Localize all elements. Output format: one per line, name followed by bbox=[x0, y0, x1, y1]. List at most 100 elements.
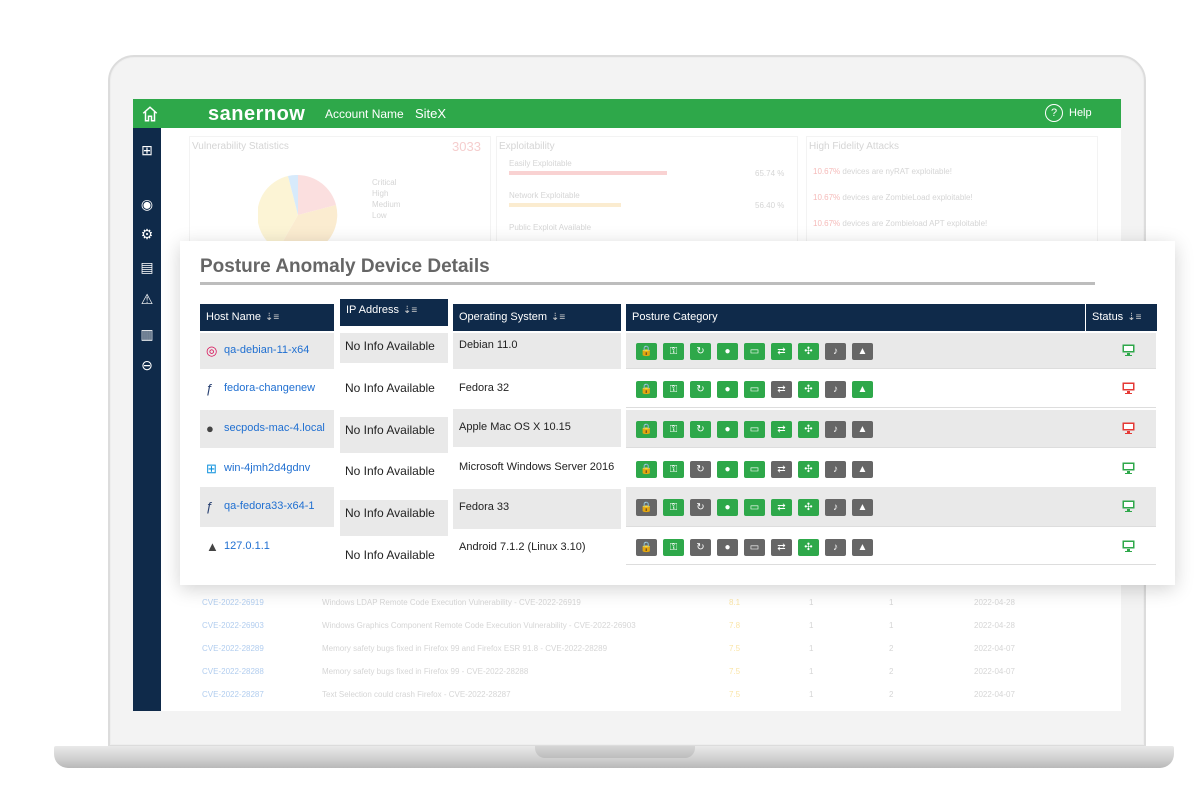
col-host-name[interactable]: Host Name ⇣≡ bbox=[200, 304, 334, 331]
lock-icon[interactable]: 🔒 bbox=[636, 421, 657, 438]
refresh-icon[interactable]: ↻ bbox=[690, 381, 711, 398]
shield-icon[interactable]: ● bbox=[717, 421, 738, 438]
warning-icon[interactable]: ▲ bbox=[852, 539, 873, 556]
warning-icon[interactable]: ▲ bbox=[852, 343, 873, 360]
warning-icon[interactable]: ▲ bbox=[852, 421, 873, 438]
monitor-icon[interactable]: ▭ bbox=[744, 499, 765, 516]
eye-icon[interactable]: ◉ bbox=[139, 196, 155, 212]
account-selector[interactable]: Account Name bbox=[325, 107, 404, 121]
clipboard-icon[interactable]: ▥ bbox=[139, 326, 155, 342]
refresh-icon[interactable]: ↻ bbox=[690, 499, 711, 516]
refresh-icon[interactable]: ↻ bbox=[690, 343, 711, 360]
key-icon[interactable]: ⚿ bbox=[663, 381, 684, 398]
bell-icon[interactable]: ♪ bbox=[825, 343, 846, 360]
transfer-icon[interactable]: ⇄ bbox=[771, 499, 792, 516]
home-icon[interactable] bbox=[141, 105, 159, 123]
col-posture-category[interactable]: Posture Category bbox=[626, 304, 1085, 331]
lock-icon[interactable]: 🔒 bbox=[636, 343, 657, 360]
key-icon[interactable]: ⚿ bbox=[663, 499, 684, 516]
col-ip-address[interactable]: IP Address ⇣≡ bbox=[340, 299, 448, 326]
transfer-icon[interactable]: ⇄ bbox=[771, 343, 792, 360]
report-icon[interactable]: ▤ bbox=[139, 259, 155, 275]
warning-icon[interactable]: ▲ bbox=[852, 499, 873, 516]
attack-row: 10.67% devices are nyRAT exploitable! bbox=[813, 167, 952, 176]
vuln-legend: Critical High Medium Low bbox=[372, 177, 400, 221]
bug-icon[interactable]: ✣ bbox=[798, 343, 819, 360]
exploit-value: 56.40 % bbox=[755, 201, 785, 210]
shield-icon[interactable]: ● bbox=[717, 461, 738, 478]
host-link[interactable]: qa-fedora33-x64-1 bbox=[224, 500, 315, 512]
brand-logo[interactable]: sanernow bbox=[208, 103, 305, 126]
refresh-icon[interactable]: ↻ bbox=[690, 539, 711, 556]
col-operating-system[interactable]: Operating System ⇣≡ bbox=[453, 304, 621, 331]
os-cell: Apple Mac OS X 10.15 bbox=[453, 409, 621, 447]
help-button[interactable]: ? Help bbox=[1045, 104, 1092, 122]
panel-title: Posture Anomaly Device Details bbox=[200, 256, 490, 277]
warning-icon[interactable]: ▲ bbox=[852, 381, 873, 398]
ip-cell: No Info Available bbox=[345, 548, 435, 562]
bug-icon[interactable]: ✣ bbox=[798, 461, 819, 478]
shield-icon[interactable]: ● bbox=[717, 499, 738, 516]
bug-icon[interactable]: ✣ bbox=[798, 381, 819, 398]
bug-icon[interactable]: ✣ bbox=[798, 539, 819, 556]
warning-icon[interactable]: ▲ bbox=[852, 461, 873, 478]
posture-cell: 🔒 ⚿ ↻ ● ▭ ⇄ ✣ ♪ ▲ bbox=[626, 333, 1156, 369]
refresh-icon[interactable]: ↻ bbox=[690, 461, 711, 478]
os-cell: Fedora 32 bbox=[459, 382, 510, 394]
transfer-icon[interactable]: ⇄ bbox=[771, 539, 792, 556]
exploitability-card: Exploitability Easily Exploitable 65.74 … bbox=[496, 136, 798, 258]
help-icon: ? bbox=[1045, 104, 1063, 122]
host-link[interactable]: 127.0.1.1 bbox=[224, 540, 270, 552]
host-cell: ⊞ win-4jmh2d4gdnv bbox=[200, 450, 334, 488]
os-cell: Debian 11.0 bbox=[453, 333, 621, 369]
host-link[interactable]: secpods-mac-4.local bbox=[224, 422, 325, 434]
alert-icon[interactable]: ⚠ bbox=[139, 291, 155, 307]
bug-icon[interactable]: ✣ bbox=[798, 499, 819, 516]
logout-icon[interactable]: ⊖ bbox=[139, 357, 155, 373]
cve-table: CVE-2022-26919 Windows LDAP Remote Code … bbox=[194, 598, 1094, 711]
windows-icon: ⊞ bbox=[206, 461, 217, 476]
lock-icon[interactable]: 🔒 bbox=[636, 539, 657, 556]
gear-icon[interactable]: ⚙ bbox=[139, 226, 155, 242]
monitor-icon[interactable]: ▭ bbox=[744, 343, 765, 360]
lock-icon[interactable]: 🔒 bbox=[636, 381, 657, 398]
sort-icon: ⇣≡ bbox=[265, 312, 280, 323]
key-icon[interactable]: ⚿ bbox=[663, 539, 684, 556]
key-icon[interactable]: ⚿ bbox=[663, 461, 684, 478]
key-icon[interactable]: ⚿ bbox=[663, 343, 684, 360]
transfer-icon[interactable]: ⇄ bbox=[771, 461, 792, 478]
refresh-icon[interactable]: ↻ bbox=[690, 421, 711, 438]
bell-icon[interactable]: ♪ bbox=[825, 461, 846, 478]
col-status[interactable]: Status ⇣≡ bbox=[1086, 304, 1157, 331]
transfer-icon[interactable]: ⇄ bbox=[771, 381, 792, 398]
transfer-icon[interactable]: ⇄ bbox=[771, 421, 792, 438]
host-link[interactable]: fedora-changenew bbox=[224, 382, 315, 394]
bell-icon[interactable]: ♪ bbox=[825, 381, 846, 398]
lock-icon[interactable]: 🔒 bbox=[636, 499, 657, 516]
shield-icon[interactable]: ● bbox=[717, 381, 738, 398]
attacks-card: High Fidelity Attacks 10.67% devices are… bbox=[806, 136, 1098, 258]
monitor-icon[interactable]: ▭ bbox=[744, 461, 765, 478]
lock-icon[interactable]: 🔒 bbox=[636, 461, 657, 478]
status-monitor-icon bbox=[1122, 382, 1135, 394]
key-icon[interactable]: ⚿ bbox=[663, 421, 684, 438]
monitor-icon[interactable]: ▭ bbox=[744, 421, 765, 438]
sidebar: ⊞ ◉ ⚙ ▤ ⚠ ▥ ⊖ bbox=[133, 128, 161, 711]
network-icon[interactable]: ⊞ bbox=[139, 142, 155, 158]
bug-icon[interactable]: ✣ bbox=[798, 421, 819, 438]
posture-cell: 🔒 ⚿ ↻ ● ▭ ⇄ ✣ ♪ ▲ bbox=[626, 450, 1156, 488]
monitor-icon[interactable]: ▭ bbox=[744, 539, 765, 556]
table-row: CVE-2022-28289 Memory safety bugs fixed … bbox=[202, 644, 1015, 653]
shield-icon[interactable]: ● bbox=[717, 343, 738, 360]
bell-icon[interactable]: ♪ bbox=[825, 539, 846, 556]
shield-icon[interactable]: ● bbox=[717, 539, 738, 556]
host-link[interactable]: win-4jmh2d4gdnv bbox=[224, 462, 310, 474]
legend-critical: Critical bbox=[372, 178, 397, 187]
bell-icon[interactable]: ♪ bbox=[825, 499, 846, 516]
exploit-label: Easily Exploitable bbox=[509, 159, 572, 168]
bell-icon[interactable]: ♪ bbox=[825, 421, 846, 438]
monitor-icon[interactable]: ▭ bbox=[744, 381, 765, 398]
sort-icon: ⇣≡ bbox=[551, 312, 566, 323]
site-selector[interactable]: SiteX bbox=[415, 106, 446, 121]
host-link[interactable]: qa-debian-11-x64 bbox=[224, 344, 309, 356]
